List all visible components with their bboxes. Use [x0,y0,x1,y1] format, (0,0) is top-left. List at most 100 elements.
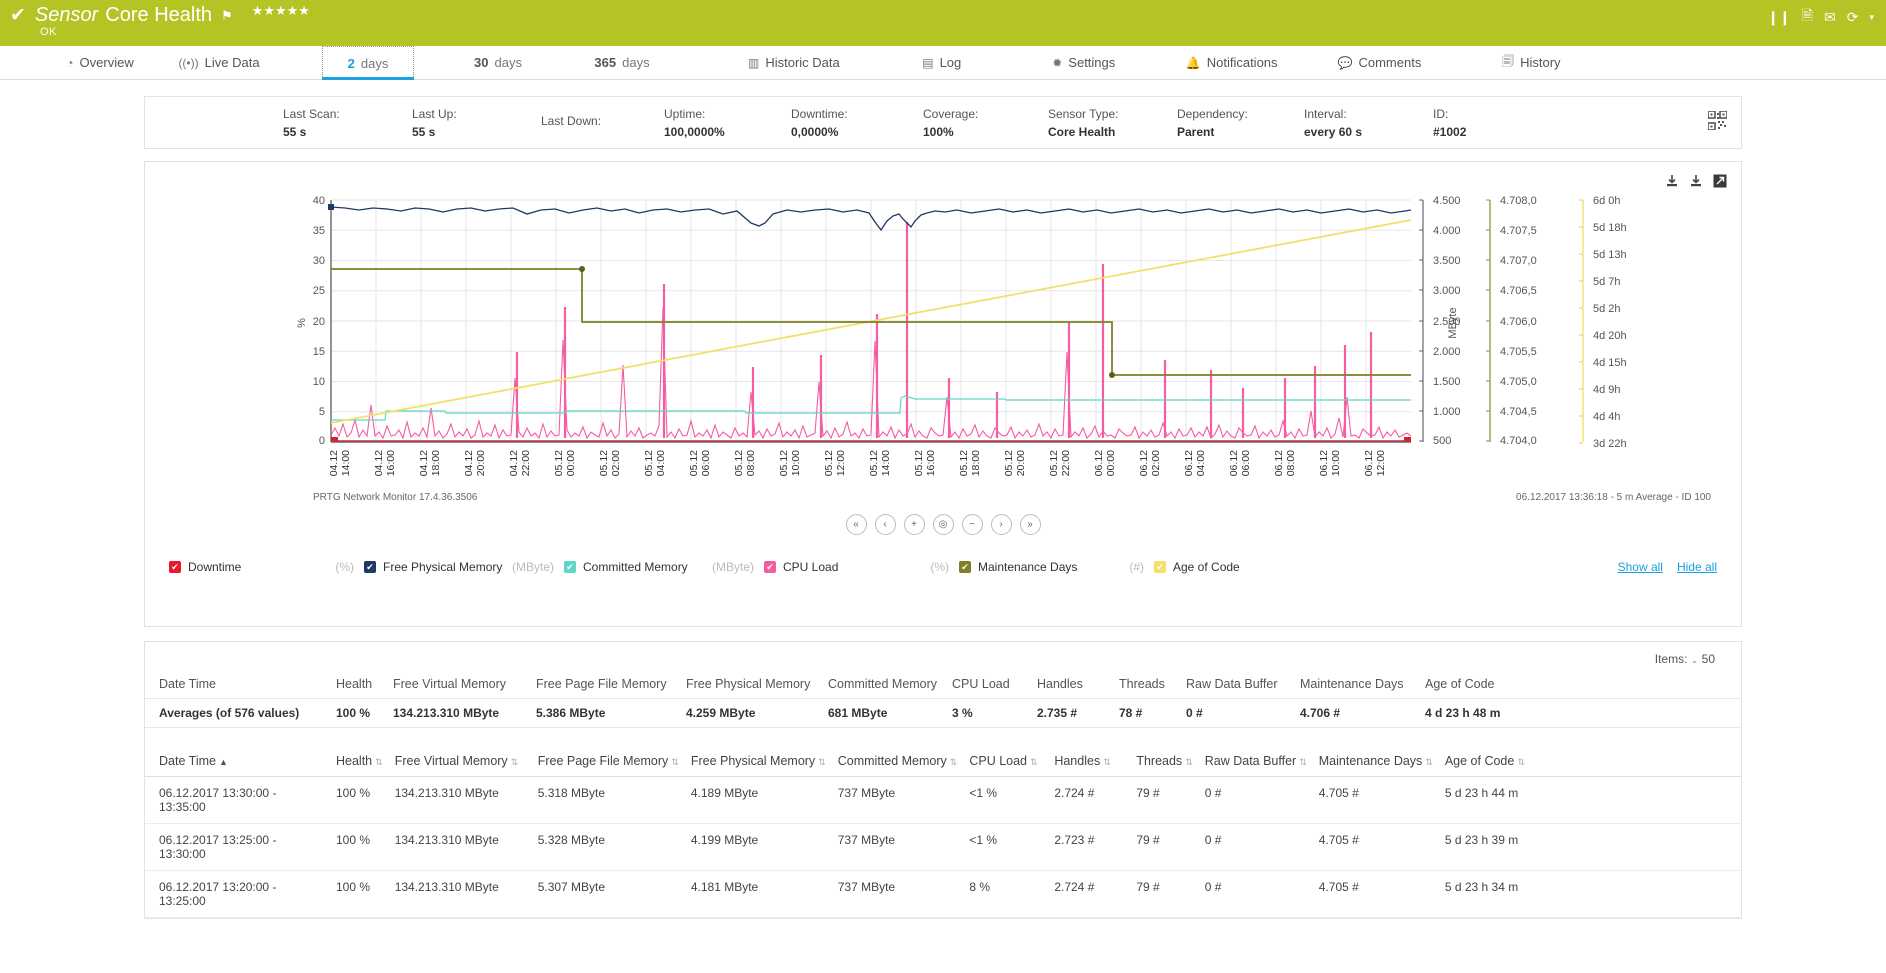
nav-first-button[interactable]: « [845,514,867,535]
legend-item-free-physical-memory[interactable]: ✔ Free Physical Memory (MByte) [364,560,554,574]
chart-canvas[interactable]: 40 35 30 25 20 15 10 5 0 % 4.500 4.000 3… [145,192,1743,492]
info-label: Last Up: [412,106,457,121]
legend-item-downtime[interactable]: ✔ Downtime (%) [169,560,354,574]
tab-2-days[interactable]: 2 days [322,46,414,80]
svg-text:25: 25 [313,285,325,297]
col-header-date-time[interactable]: Date Time ▲ [145,746,330,777]
tab-30-days[interactable]: 30 days [452,46,544,79]
legend-item-age-of-code[interactable]: ✔ Age of Code [1154,560,1339,574]
tab-label: Notifications [1206,55,1278,70]
priority-stars[interactable]: ★★★★★ [252,3,310,19]
sort-icon[interactable]: ⇅ [818,757,826,767]
mail-icon[interactable]: ✉ [1824,9,1836,26]
svg-text:0: 0 [319,435,325,447]
sort-icon[interactable]: ⇅ [671,757,679,767]
col-header-age-of-code[interactable]: Age of Code ⇅ [1438,746,1549,777]
nav-prev-button[interactable]: ‹ [874,514,896,535]
bell-icon: 🔔 [1185,55,1201,70]
sort-icon[interactable]: ⇅ [511,757,519,767]
avg-cell: 3 % [946,698,1031,728]
col-header-label: Maintenance Days [1318,754,1423,768]
sort-asc-icon[interactable]: ▲ [219,757,228,767]
legend-checkbox-downtime[interactable]: ✔ [169,561,181,573]
legend-item-committed-memory[interactable]: ✔ Committed Memory (MByte) [564,560,754,574]
legend-checkbox-committed-memory[interactable]: ✔ [564,561,576,573]
col-header-health[interactable]: Health ⇅ [330,746,389,777]
legend-checkbox-free-physical-memory[interactable]: ✔ [364,561,376,573]
col-header-raw-data-buffer[interactable]: Raw Data Buffer ⇅ [1198,746,1313,777]
col-header-handles[interactable]: Handles ⇅ [1048,746,1131,777]
tab-notifications[interactable]: 🔔 Notifications [1168,46,1296,79]
tab-history[interactable]: 🗐 History [1477,46,1585,79]
col-header-threads[interactable]: Threads ⇅ [1130,746,1199,777]
legend-item-cpu-load[interactable]: ✔ CPU Load (%) [764,560,949,574]
svg-text:30: 30 [313,255,325,267]
sort-icon[interactable]: ⇅ [1030,757,1038,767]
tab-live-data[interactable]: ((•)) Live Data [154,46,284,79]
popout-icon[interactable] [1713,174,1727,191]
tab-log[interactable]: ▤ Log [888,46,996,79]
table-row[interactable]: 06.12.2017 13:30:00 - 13:35:00 100 % 134… [145,776,1741,824]
tab-365-days[interactable]: 365 days [576,46,668,79]
svg-text:10: 10 [313,376,325,388]
avg-header: Age of Code [1425,677,1495,691]
chevron-down-icon[interactable]: ⌄ [1691,655,1699,665]
col-header-committed-memory[interactable]: Committed Memory ⇅ [831,746,964,777]
tab-label: Comments [1358,55,1422,70]
col-header-cpu-load[interactable]: CPU Load ⇅ [963,746,1049,777]
info-downtime: Downtime: 0,0000% [791,107,848,139]
sort-icon[interactable]: ⇅ [375,757,383,767]
nav-zoom-out-button[interactable]: − [961,514,983,535]
caret-down-icon[interactable]: ▾ [1869,12,1874,23]
legend-unit: (MByte) [712,560,754,574]
table-row[interactable]: 06.12.2017 13:25:00 - 13:30:00 100 % 134… [145,823,1741,871]
svg-text:06:00: 06:00 [1240,450,1252,476]
svg-text:6d 0h: 6d 0h [1593,195,1621,207]
avg-cell: 4.259 MByte [680,698,822,728]
avg-cell: 134.213.310 MByte [387,698,530,728]
hide-all-link[interactable]: Hide all [1677,560,1717,574]
sort-icon[interactable]: ⇅ [1425,757,1433,767]
legend-checkbox-maintenance-days[interactable]: ✔ [959,561,971,573]
tab-historic-data[interactable]: ▥ Historic Data [730,46,858,79]
col-header-free-physical-memory[interactable]: Free Physical Memory ⇅ [684,746,832,777]
legend-checkbox-cpu-load[interactable]: ✔ [764,561,776,573]
col-header-maintenance-days[interactable]: Maintenance Days ⇅ [1312,746,1439,777]
svg-text:08:00: 08:00 [1285,450,1297,476]
table-row[interactable]: 06.12.2017 13:20:00 - 13:25:00 100 % 134… [145,870,1741,918]
graph-nav-controls: « ‹ + ◎ − › » [145,514,1741,535]
tab-comments[interactable]: 💬 Comments [1320,46,1440,79]
download-icon[interactable] [1665,174,1679,191]
items-selector[interactable]: Items: ⌄ 50 [145,642,1741,670]
legend-checkbox-age-of-code[interactable]: ✔ [1154,561,1166,573]
legend-item-maintenance-days[interactable]: ✔ Maintenance Days (#) [959,560,1144,574]
svg-text:12:00: 12:00 [835,450,847,476]
tab-settings[interactable]: ✹ Settings [1030,46,1138,79]
nav-next-button[interactable]: › [990,514,1012,535]
sort-icon[interactable]: ⇅ [1185,757,1193,767]
nav-last-button[interactable]: » [1019,514,1041,535]
qr-code-icon[interactable] [1707,110,1728,136]
svg-text:500: 500 [1433,435,1451,447]
download-data-icon[interactable] [1689,174,1703,191]
col-header-free-page-file-memory[interactable]: Free Page File Memory ⇅ [531,746,685,777]
tab-overview[interactable]: ◔ Overview [46,46,154,79]
sort-icon[interactable]: ⇅ [950,757,958,767]
header-actions: ❙❙ 🗎 ✉ ⟳ ▾ [1767,5,1874,29]
svg-text:06.12: 06.12 [1363,450,1375,476]
sort-icon[interactable]: ⇅ [1517,757,1525,767]
svg-text:06:00: 06:00 [700,450,712,476]
refresh-icon[interactable]: ⟳ [1847,9,1859,26]
svg-text:14:00: 14:00 [340,450,352,476]
show-all-link[interactable]: Show all [1618,560,1663,574]
col-header-free-virtual-memory[interactable]: Free Virtual Memory ⇅ [388,746,532,777]
sort-icon[interactable]: ⇅ [1103,757,1111,767]
info-value: 55 s [412,124,436,139]
sort-icon[interactable]: ⇅ [1299,757,1307,767]
report-add-icon[interactable]: 🗎 [1802,5,1813,29]
nav-reset-button[interactable]: ◎ [932,514,954,535]
pause-icon[interactable]: ❙❙ [1767,9,1790,26]
flag-icon[interactable]: ⚑ [221,8,233,24]
nav-zoom-in-button[interactable]: + [903,514,925,535]
sensor-graph-svg[interactable]: 40 35 30 25 20 15 10 5 0 % 4.500 4.000 3… [145,192,1743,492]
